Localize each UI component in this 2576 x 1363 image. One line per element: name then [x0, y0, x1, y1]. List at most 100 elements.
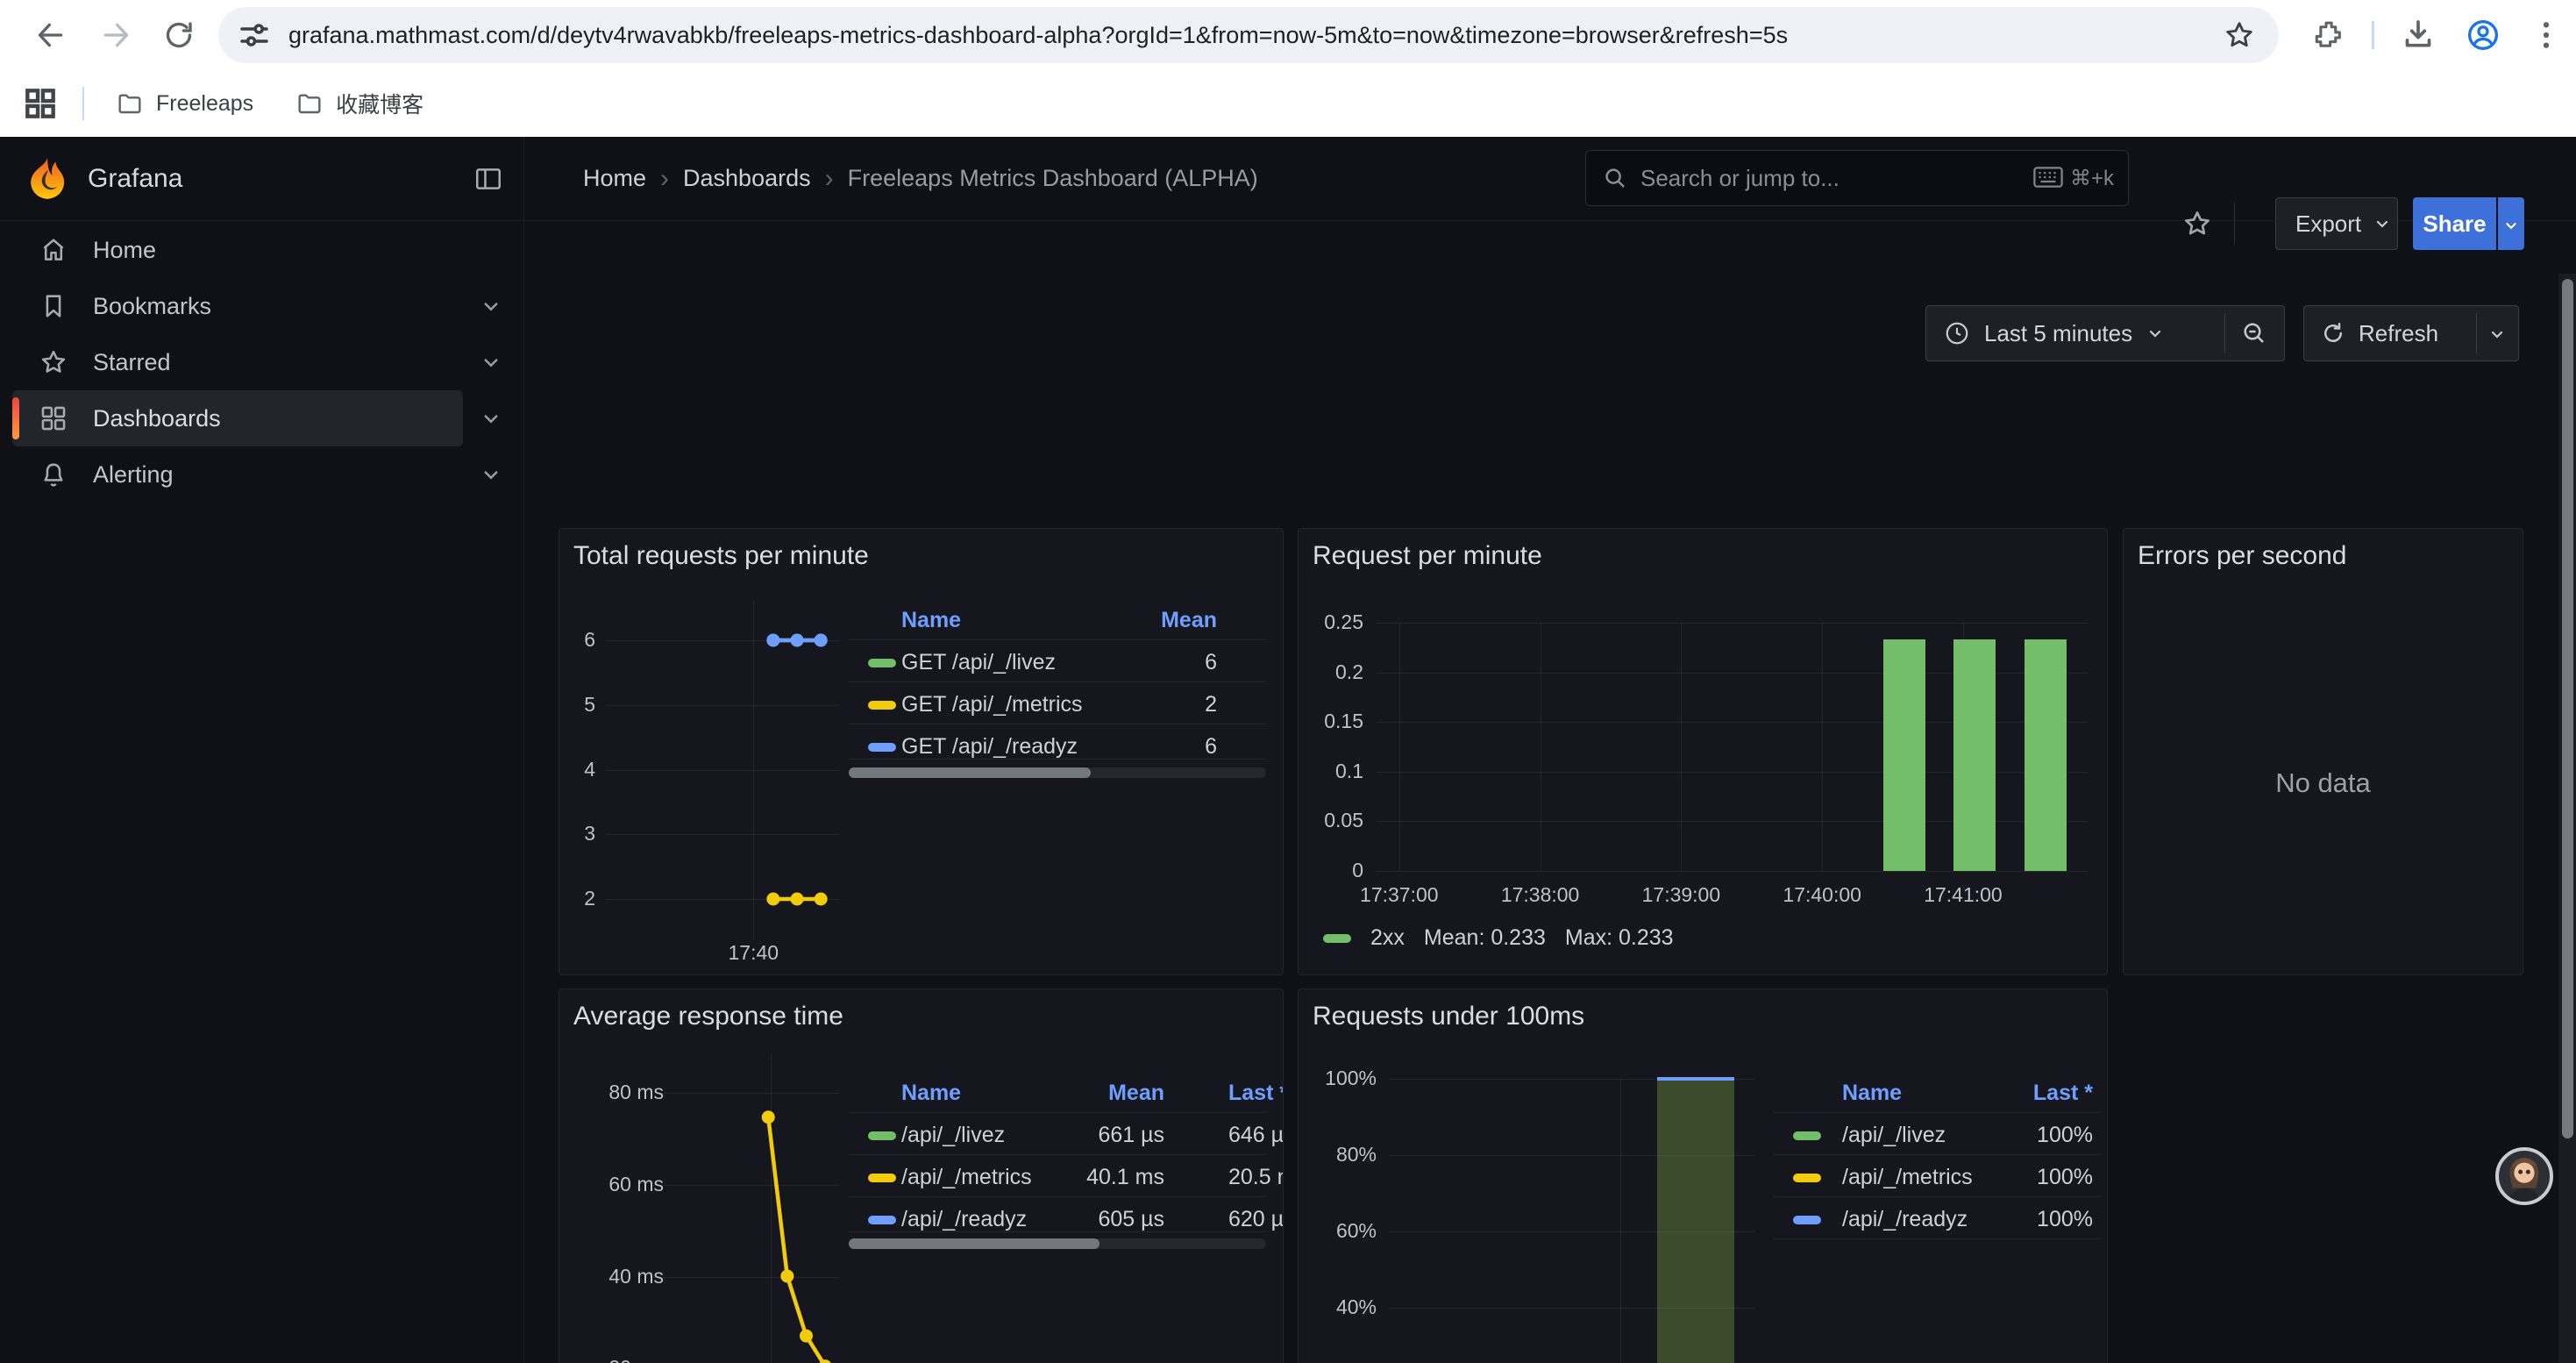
panel-errors-per-second: Errors per second No data — [2123, 528, 2523, 975]
y-tick-label: 0.15 — [1298, 710, 1363, 733]
grafana-app: Grafana Home Bookmarks Starred Dashboards Al… — [0, 137, 2576, 1363]
y-tick-label: 80% — [1298, 1143, 1377, 1167]
reload-icon[interactable] — [161, 18, 196, 53]
chevron-down-icon[interactable] — [478, 405, 504, 432]
search-input[interactable]: Search or jump to... ⌘+k — [1585, 150, 2129, 206]
x-gridline — [1620, 1079, 1621, 1363]
zoom-out-icon[interactable] — [2240, 319, 2268, 347]
legend-name[interactable]: 2xx — [1370, 925, 1405, 951]
top-navbar: Home›Dashboards›Freeleaps Metrics Dashbo… — [523, 137, 2576, 221]
chevron-down-icon[interactable] — [478, 293, 504, 319]
panel-title[interactable]: Request per minute — [1313, 541, 1542, 571]
panel-title[interactable]: Errors per second — [2138, 541, 2346, 571]
active-indicator — [12, 397, 19, 439]
assistant-avatar[interactable] — [2495, 1147, 2553, 1205]
panel-request-per-minute: Request per minute 0.250.20.150.10.05017… — [1298, 528, 2108, 975]
legend-value: 100% — [1830, 1165, 2093, 1190]
sidebar-header: Grafana — [0, 137, 523, 221]
grafana-logo-icon[interactable] — [25, 156, 70, 202]
legend-scrollbar-thumb[interactable] — [849, 767, 1091, 778]
toolbar-divider — [2372, 21, 2374, 49]
sidebar-item-alerting[interactable]: Alerting — [12, 446, 463, 503]
bookmark-label: 收藏博客 — [336, 88, 423, 119]
panel-requests-under-100ms: Requests under 100ms 100%80%60%40%20%0%1… — [1298, 988, 2108, 1363]
search-shortcut-keys: ⌘+k — [2070, 166, 2114, 191]
forward-icon[interactable] — [98, 18, 133, 53]
legend-scrollbar-thumb[interactable] — [849, 1238, 1099, 1249]
legend-value: 6 — [954, 734, 1217, 760]
bookmark-item[interactable]: 收藏博客 — [295, 88, 423, 119]
y-tick-label: 0.25 — [1298, 610, 1363, 634]
legend-column-header[interactable]: Last * — [1228, 1081, 1284, 1106]
legend-row-separator — [849, 1154, 1266, 1155]
export-button[interactable]: Export — [2275, 197, 2398, 250]
sidebar-item-starred[interactable]: Starred — [12, 334, 463, 390]
refresh-button[interactable]: Refresh — [2303, 305, 2519, 361]
share-dropdown-button[interactable] — [2498, 197, 2524, 250]
time-range-picker[interactable]: Last 5 minutes — [1925, 305, 2285, 361]
y-tick-label: 60% — [1298, 1219, 1377, 1243]
legend-series-dash — [1323, 934, 1351, 943]
download-icon[interactable] — [2401, 18, 2436, 53]
sidebar-item-label: Starred — [93, 349, 171, 376]
y-tick-label: 100% — [1298, 1067, 1377, 1090]
legend-series-dash — [1793, 1131, 1821, 1140]
search-icon — [1602, 165, 1628, 191]
share-button[interactable]: Share — [2413, 197, 2496, 250]
legend-column-header[interactable]: Mean — [901, 1081, 1164, 1106]
chevron-down-icon[interactable] — [478, 349, 504, 375]
legend-value: 646 µs — [1228, 1123, 1284, 1148]
brand-title[interactable]: Grafana — [88, 137, 182, 220]
sidebar-item-bookmarks[interactable]: Bookmarks — [12, 278, 463, 334]
search-shortcut: ⌘+k — [2033, 166, 2114, 191]
url-text[interactable]: grafana.mathmast.com/d/deytv4rwavabkb/fr… — [288, 22, 2210, 49]
legend-column-header[interactable]: Name — [901, 608, 961, 633]
chevron-down-icon[interactable] — [478, 461, 504, 488]
bookmark-label: Freeleaps — [156, 91, 253, 117]
breadcrumb-link[interactable]: Home — [583, 165, 646, 192]
sidebar-toggle-icon[interactable] — [473, 164, 503, 194]
page-scrollbar[interactable] — [2558, 274, 2576, 1363]
legend-series-dash — [868, 701, 896, 710]
legend-column-header[interactable]: Last * — [1830, 1081, 2093, 1106]
sidebar-item-home[interactable]: Home — [12, 222, 463, 278]
extensions-icon[interactable] — [2311, 18, 2346, 53]
chevron-down-icon — [2372, 213, 2393, 234]
bookmark-star-icon[interactable] — [2223, 18, 2256, 52]
legend-column-header[interactable]: Mean — [954, 608, 1217, 633]
back-icon[interactable] — [33, 18, 68, 53]
time-range-label: Last 5 minutes — [1984, 320, 2132, 347]
site-settings-icon[interactable] — [236, 17, 273, 54]
dashboard-grid: Total requests per minute 6543217:40Name… — [523, 509, 2576, 1363]
sidebar-item-dashboards[interactable]: Dashboards — [12, 390, 463, 446]
scrollbar-thumb[interactable] — [2562, 279, 2573, 1138]
legend-row-separator — [1774, 1154, 2101, 1155]
sidebar-item-label: Alerting — [93, 461, 174, 489]
apps-grid-icon[interactable] — [21, 84, 60, 123]
panel-title[interactable]: Requests under 100ms — [1313, 1002, 1584, 1031]
profile-icon[interactable] — [2466, 18, 2501, 53]
sidebar-item-label: Dashboards — [93, 405, 221, 432]
subbar-divider — [2234, 203, 2235, 245]
sidebar-item-label: Bookmarks — [93, 293, 211, 320]
legend-series-dash — [868, 1174, 896, 1182]
favorite-star-icon[interactable] — [2181, 208, 2213, 239]
bookmark-icon — [39, 291, 68, 321]
legend-series-dash — [868, 743, 896, 752]
bookmarks-divider — [82, 87, 84, 120]
refresh-label: Refresh — [2359, 320, 2438, 347]
search-placeholder: Search or jump to... — [1640, 165, 2033, 192]
legend-row-separator — [849, 1112, 1266, 1113]
legend-row-separator — [1774, 1196, 2101, 1197]
bookmark-item[interactable]: Freeleaps — [116, 89, 253, 118]
url-bar[interactable]: grafana.mathmast.com/d/deytv4rwavabkb/fr… — [218, 7, 2279, 63]
browser-toolbar: grafana.mathmast.com/d/deytv4rwavabkb/fr… — [0, 0, 2576, 70]
chevron-down-icon[interactable] — [2487, 324, 2508, 345]
x-gridline — [1681, 623, 1682, 871]
home-icon — [39, 235, 68, 265]
kebab-menu-icon[interactable] — [2529, 18, 2564, 53]
y-tick-label: 0.1 — [1298, 760, 1363, 783]
y-tick-label: 40% — [1298, 1295, 1377, 1319]
breadcrumb-link[interactable]: Dashboards — [683, 165, 811, 192]
legend-value: 620 µs — [1228, 1207, 1284, 1232]
